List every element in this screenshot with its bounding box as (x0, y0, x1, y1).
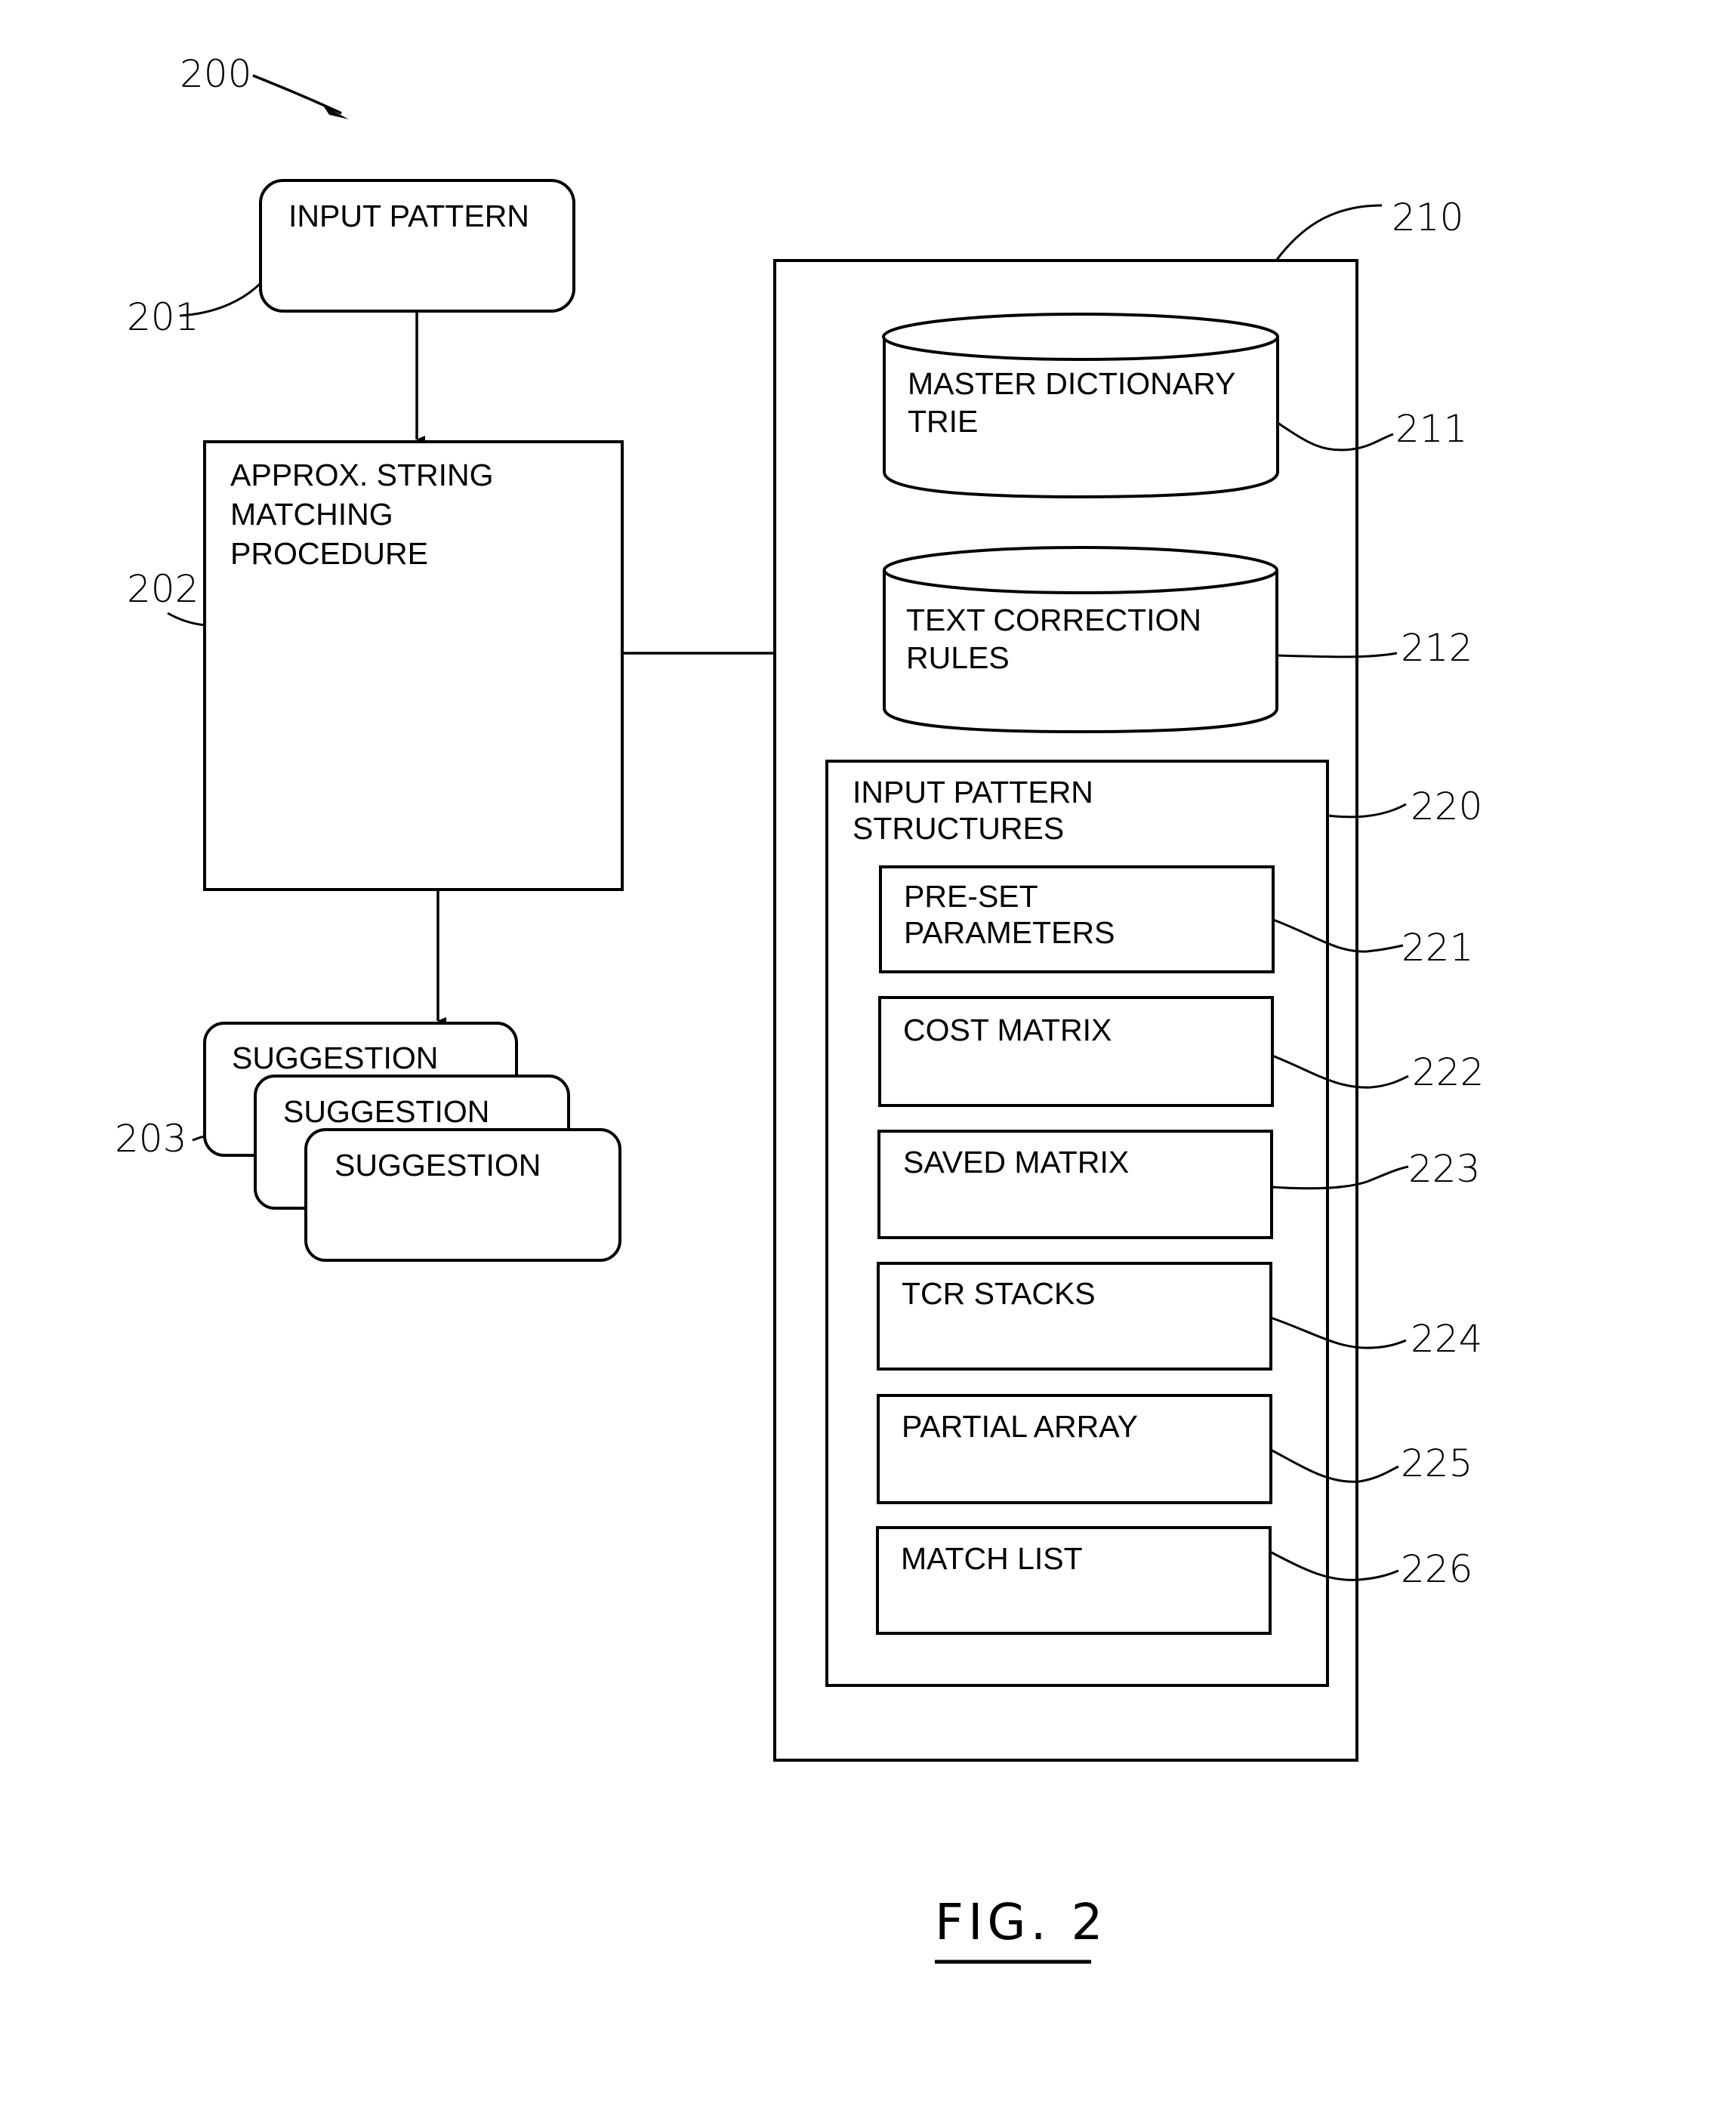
suggestion-label: SUGGESTION (335, 1148, 541, 1183)
ref-202: 202 (127, 567, 199, 611)
master-dictionary-line-2: TRIE (908, 404, 978, 439)
suggestion-card: SUGGESTION (304, 1128, 621, 1262)
ref-226: 226 (1401, 1547, 1472, 1591)
structure-item-match-list: MATCH LIST (876, 1526, 1272, 1635)
procedure-line-2: MATCHING (230, 497, 393, 532)
ref-210-leader (1275, 204, 1383, 261)
structures-line-2: STRUCTURES (853, 811, 1064, 846)
procedure-box: APPROX. STRING MATCHING PROCEDURE (203, 440, 624, 891)
structure-item-cost-matrix: COST MATRIX (878, 996, 1274, 1107)
text-correction-line-1: TEXT CORRECTION (906, 603, 1201, 637)
structure-item-line: MATCH LIST (901, 1541, 1083, 1576)
structure-item-line: PRE-SET (904, 879, 1038, 914)
ref-212: 212 (1401, 626, 1472, 670)
structure-item-saved-matrix: SAVED MATRIX (877, 1130, 1273, 1239)
ref-210: 210 (1392, 196, 1463, 239)
text-correction-cylinder: TEXT CORRECTION RULES (883, 546, 1278, 734)
figure-caption: FIG. 2 (935, 1893, 1108, 1951)
suggestion-label: SUGGESTION (232, 1041, 438, 1075)
master-dictionary-cylinder: MASTER DICTIONARY TRIE (882, 313, 1279, 499)
suggestions-stack: SUGGESTION SUGGESTION SUGGESTION (203, 1022, 621, 1262)
structure-item-line: COST MATRIX (903, 1013, 1112, 1047)
ref-203: 203 (115, 1117, 187, 1161)
ref-223: 223 (1408, 1147, 1480, 1191)
ref-225: 225 (1401, 1442, 1472, 1485)
cylinder-top (882, 313, 1279, 361)
structure-item-pre-set-parameters: PRE-SET PARAMETERS (879, 865, 1275, 973)
ref-220: 220 (1411, 785, 1482, 828)
procedure-line-3: PROCEDURE (230, 536, 428, 571)
ref-200: 200 (180, 52, 251, 96)
patent-diagram: 200 INPUT PATTERN 201 APPROX. STRING MAT… (115, 52, 1484, 1964)
input-pattern-label: INPUT PATTERN (288, 199, 529, 233)
input-pattern-box: INPUT PATTERN (259, 179, 575, 313)
structures-line-1: INPUT PATTERN (853, 775, 1093, 809)
ref-200-arrow-line (252, 74, 342, 115)
structure-item-line: PARTIAL ARRAY (902, 1409, 1138, 1444)
text-correction-line-2: RULES (906, 640, 1010, 675)
suggestion-label: SUGGESTION (283, 1094, 489, 1129)
ref-222: 222 (1412, 1050, 1484, 1094)
structure-item-partial-array: PARTIAL ARRAY (877, 1394, 1272, 1504)
ref-221: 221 (1401, 926, 1473, 970)
structure-item-tcr-stacks: TCR STACKS (877, 1262, 1272, 1371)
procedure-line-1: APPROX. STRING (230, 458, 494, 492)
ref-203-leader (192, 1135, 205, 1142)
ref-201: 201 (127, 295, 199, 339)
structure-item-line: PARAMETERS (904, 915, 1115, 950)
cylinder-top (883, 546, 1278, 594)
master-dictionary-line-1: MASTER DICTIONARY (908, 366, 1235, 401)
ref-202-leader (167, 612, 205, 627)
ref-211: 211 (1395, 407, 1467, 451)
structure-item-line: TCR STACKS (902, 1276, 1096, 1311)
ref-224: 224 (1411, 1317, 1482, 1361)
structure-item-line: SAVED MATRIX (903, 1145, 1129, 1179)
